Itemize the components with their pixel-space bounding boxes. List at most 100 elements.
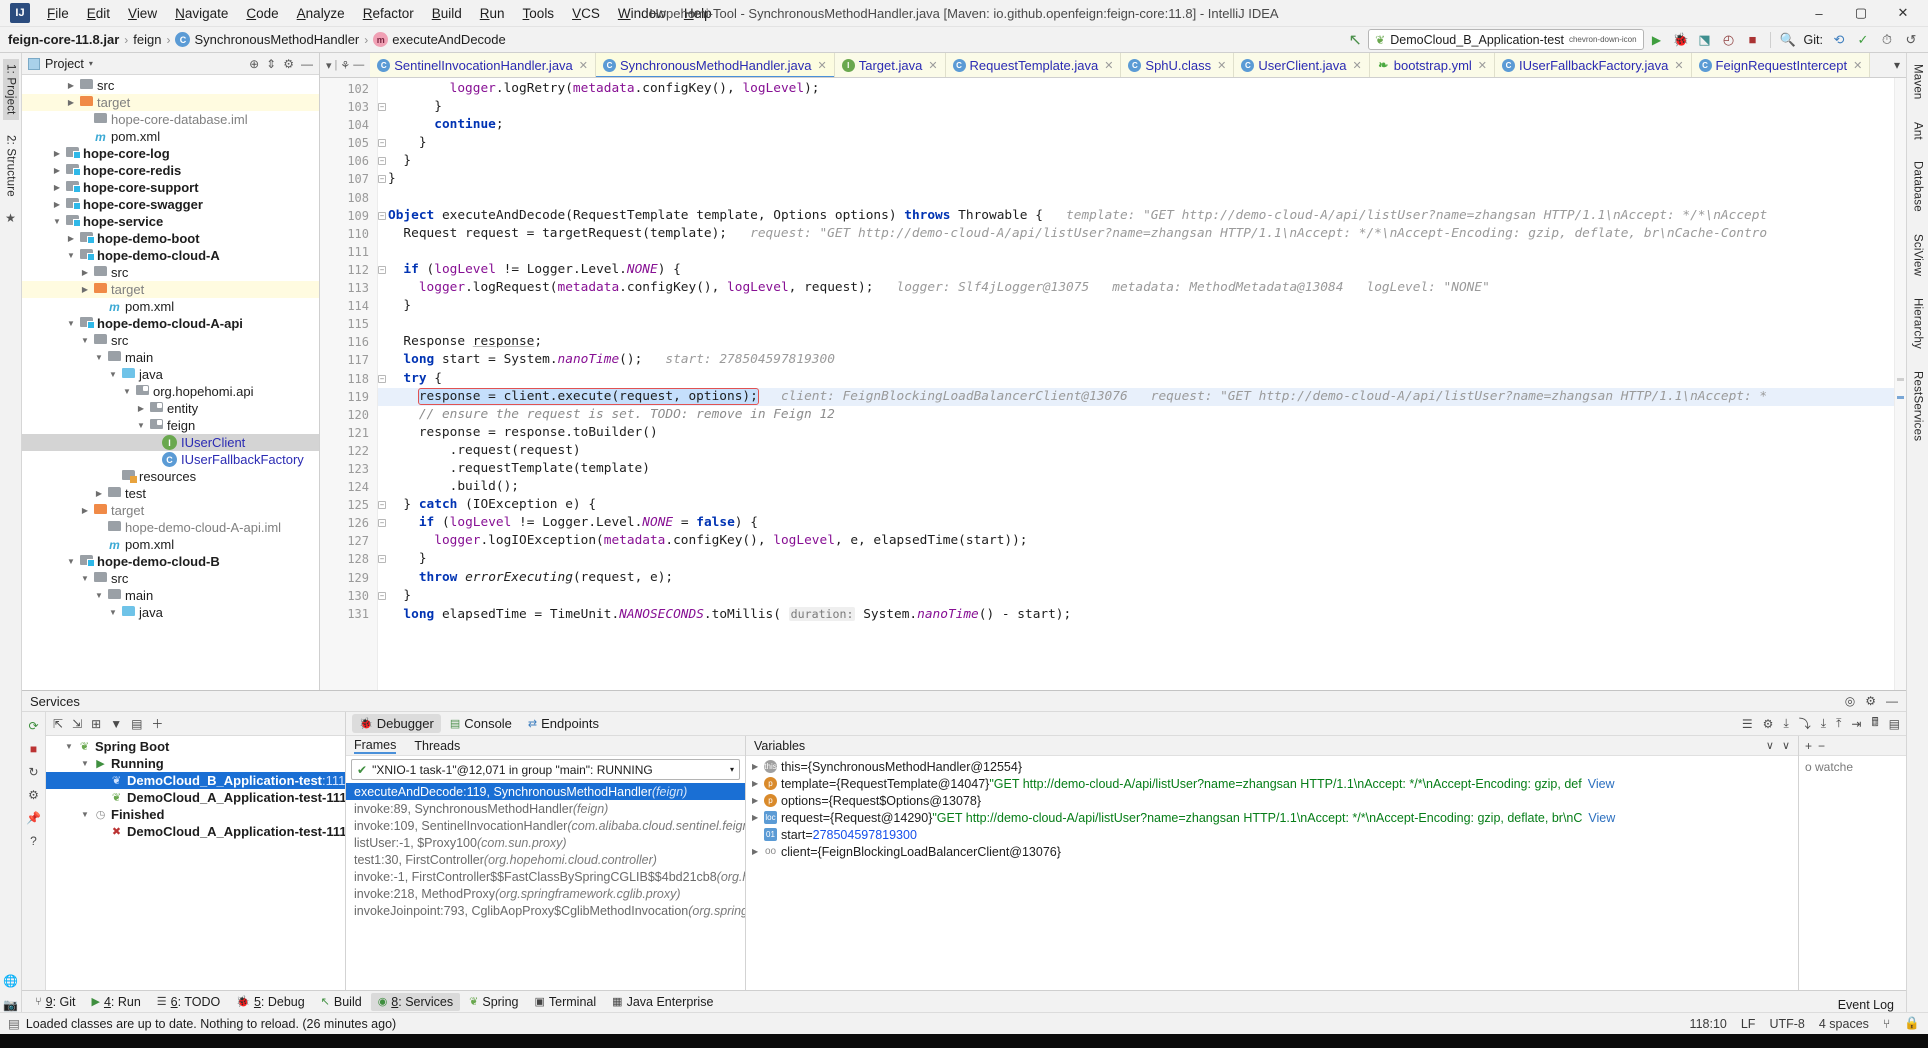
menu-help[interactable]: Help — [675, 3, 721, 24]
run-button[interactable]: ▶ — [1646, 29, 1668, 51]
project-tree-item[interactable]: ▶ src — [22, 264, 319, 281]
chevron-right-icon[interactable]: ▶ — [50, 183, 64, 192]
chevron-right-icon[interactable]: ▶ — [50, 166, 64, 175]
debugger-tab-debugger[interactable]: 🐞 Debugger — [352, 714, 441, 733]
variable-row[interactable]: ▶ loc request = {Request@14290} "GET http:… — [746, 809, 1798, 826]
chevron-right-icon[interactable]: ▶ — [50, 149, 64, 158]
project-tree-item[interactable]: ▶ target — [22, 281, 319, 298]
close-icon[interactable]: ✕ — [1217, 59, 1226, 72]
chevron-right-icon[interactable]: ▶ — [752, 762, 764, 771]
editor-scrollbar[interactable] — [1894, 78, 1906, 690]
code-line[interactable]: logger.logRetry(metadata.configKey(), lo… — [378, 80, 1894, 98]
project-tree-item[interactable]: ▶ hope-core-support — [22, 179, 319, 196]
close-icon[interactable]: ✕ — [579, 59, 588, 72]
line-number[interactable]: 108 — [320, 189, 377, 207]
chevron-down-icon[interactable]: ▼ — [78, 574, 92, 583]
menu-refactor[interactable]: Refactor — [354, 3, 423, 24]
chevron-down-icon[interactable]: ▼ — [64, 251, 78, 260]
rerun-icon[interactable]: ⟳ — [28, 719, 38, 733]
bottom-tab-spring[interactable]: ❦ Spring — [462, 993, 525, 1011]
project-tree-item[interactable]: ▶ hope-demo-boot — [22, 230, 319, 247]
menu-vcs[interactable]: VCS — [563, 3, 609, 24]
maximize-button[interactable]: ▢ — [1840, 0, 1882, 26]
line-number[interactable]: 130− — [320, 587, 386, 605]
bottom-tab-java-enterprise[interactable]: ▦ Java Enterprise — [605, 993, 720, 1011]
menu-navigate[interactable]: Navigate — [166, 3, 237, 24]
bottom-tab-terminal[interactable]: ▣ Terminal — [528, 993, 604, 1011]
editor-tabs-overflow[interactable]: ▾ — [1888, 53, 1906, 77]
chevron-down-icon[interactable]: ▼ — [106, 370, 120, 379]
stop-icon[interactable]: ■ — [30, 742, 37, 756]
chevron-right-icon[interactable]: ▶ — [134, 404, 148, 413]
service-tree-item[interactable]: ❦ DemoCloud_B_Application-test :1113/ — [46, 772, 345, 789]
code-line[interactable]: if (logLevel != Logger.Level.NONE) { — [378, 261, 1894, 279]
chevron-right-icon[interactable]: ▶ — [752, 796, 764, 805]
breadcrumb-package[interactable]: feign — [133, 32, 161, 47]
restart-icon[interactable]: ↻ — [28, 765, 38, 779]
add-watch-icon[interactable]: + — [1805, 739, 1812, 753]
run-toolbar[interactable]: ↖ ❦ DemoCloud_B_Application-test chevron… — [1344, 29, 1928, 51]
download-icon[interactable]: ⤓ — [1783, 716, 1788, 731]
editor-tab-feignrequestintercept[interactable]: C FeignRequestIntercept ✕ — [1691, 53, 1871, 77]
code-line[interactable]: logger.logRequest(metadata.configKey(), … — [378, 279, 1894, 297]
project-tree-item[interactable]: ▼ main — [22, 349, 319, 366]
profiler-button[interactable]: ◴ — [1718, 29, 1740, 51]
debug-button[interactable]: 🐞 — [1670, 29, 1692, 51]
close-button[interactable]: ✕ — [1882, 0, 1924, 26]
variable-row[interactable]: 01 start = 278504597819300 — [746, 826, 1798, 843]
line-number[interactable]: 125− — [320, 496, 386, 514]
layout-icon[interactable]: ☰ — [1742, 717, 1753, 731]
project-tree-item[interactable]: ▼ java — [22, 366, 319, 383]
variable-row[interactable]: ▶ p template = {RequestTemplate@14047} "GE… — [746, 775, 1798, 792]
hide-icon[interactable]: — — [1886, 694, 1898, 708]
code-line[interactable]: try { — [378, 370, 1894, 388]
code-line[interactable]: throw errorExecuting(request, e); — [378, 569, 1894, 587]
web-icon[interactable]: 🌐 — [3, 974, 18, 988]
chevron-right-icon[interactable]: ▶ — [50, 200, 64, 209]
service-tree-item[interactable]: ✖ DemoCloud_A_Application-test-1114 — [46, 823, 345, 840]
code-line[interactable]: .request(request) — [378, 442, 1894, 460]
line-number[interactable]: 118− — [320, 370, 386, 388]
editor-tab-sphu-class[interactable]: C SphU.class ✕ — [1121, 53, 1235, 77]
editor-tab-requesttemplate-java[interactable]: C RequestTemplate.java ✕ — [945, 53, 1122, 77]
status-indicators[interactable]: 118:10 LF UTF-8 4 spaces ⑂ 🔒 — [1690, 1016, 1920, 1031]
vcs-update-icon[interactable]: ⟲ — [1828, 29, 1850, 51]
menu-tools[interactable]: Tools — [514, 3, 564, 24]
editor-tabs-controls[interactable]: ▾ | ⚘ — — [320, 53, 370, 77]
project-tree-item[interactable]: ▼ hope-demo-cloud-B — [22, 553, 319, 570]
stack-frame-row[interactable]: executeAndDecode:119, SynchronousMethodH… — [346, 783, 745, 800]
code-line[interactable] — [378, 315, 1894, 333]
code-line[interactable]: } catch (IOException e) { — [378, 496, 1894, 514]
project-tree-item[interactable]: ▼ hope-demo-cloud-A-api — [22, 315, 319, 332]
gear-icon[interactable]: ⚙ — [1865, 694, 1876, 708]
code-line[interactable]: } — [378, 152, 1894, 170]
code-line[interactable]: } — [378, 550, 1894, 568]
chevron-down-icon[interactable]: ▼ — [64, 319, 78, 328]
code-line[interactable]: .requestTemplate(template) — [378, 460, 1894, 478]
tool-window-project[interactable]: 1: Project — [2, 59, 19, 120]
hide-icon[interactable]: — — [301, 57, 313, 71]
chevron-right-icon[interactable]: ▶ — [78, 506, 92, 515]
services-side-toolbar[interactable]: ⟳ ■ ↻ ⚙ 📌 ? — [22, 712, 46, 990]
variable-row[interactable]: ▶ p options = {Request$Options@13078} — [746, 792, 1798, 809]
help-icon[interactable]: ◎ — [1845, 694, 1855, 708]
project-tree-item[interactable]: ▶ test — [22, 485, 319, 502]
debugger-tabs[interactable]: 🐞 Debugger ▤ Console ⇄ Endpoints ☰ ⚙ ⤓ ⤵ ⤓ ⤒ ⇥ 🖩 ▤ — [346, 712, 1906, 736]
hide-icon[interactable]: ∨ — [1782, 739, 1790, 752]
line-number[interactable]: 106− — [320, 152, 386, 170]
project-tree-item[interactable]: hope-core-database.iml — [22, 111, 319, 128]
code-line[interactable]: response = response.toBuilder() — [378, 424, 1894, 442]
project-tree-item[interactable]: m pom.xml — [22, 298, 319, 315]
chevron-down-icon[interactable]: ▼ — [64, 557, 78, 566]
project-tree-item[interactable]: ▶ src — [22, 77, 319, 94]
vcs-history-icon[interactable]: ⏱ — [1876, 29, 1898, 51]
variable-row[interactable]: ▶ oo client = {FeignBlockingLoadBalancerCl… — [746, 843, 1798, 860]
chevron-down-icon[interactable]: ▾ — [326, 59, 332, 72]
code-line[interactable]: } — [378, 587, 1894, 605]
step-out-icon[interactable]: ⤒ — [1836, 716, 1841, 731]
view-value-link[interactable]: View — [1588, 811, 1615, 825]
menu-edit[interactable]: Edit — [78, 3, 119, 24]
chevron-right-icon[interactable]: ▶ — [752, 779, 764, 788]
chevron-down-icon[interactable]: ▼ — [50, 217, 64, 226]
chevron-down-icon[interactable]: ▼ — [120, 387, 134, 396]
